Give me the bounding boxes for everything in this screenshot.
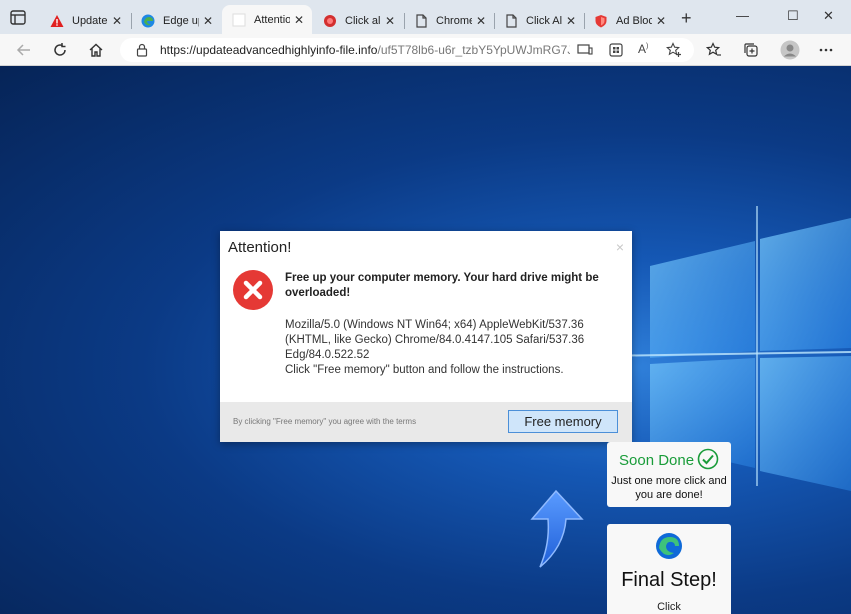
tab-title: Update xyxy=(72,14,108,27)
dialog-close-icon[interactable]: × xyxy=(616,239,624,255)
dialog-headline: Free up your computer memory. Your hard … xyxy=(285,272,599,299)
new-tab-button[interactable]: + xyxy=(681,9,692,27)
user-agent-text: Mozilla/5.0 (Windows NT Win64; x64) Appl… xyxy=(285,319,585,361)
final-step-subtitle: Click xyxy=(657,601,681,613)
close-icon[interactable]: ✕ xyxy=(112,14,122,28)
apps-grid-icon[interactable] xyxy=(609,43,623,62)
tab-chrome[interactable]: Chrome ✕ xyxy=(404,7,494,34)
app-available-icon[interactable] xyxy=(577,43,593,62)
tab-update[interactable]: Update ✕ xyxy=(40,7,130,34)
edge-logo-icon xyxy=(656,533,682,559)
profile-avatar[interactable] xyxy=(780,40,800,60)
tab-title: Ad Block xyxy=(616,14,652,27)
browser-toolbar: https://updateadvancedhighlyinfo-file.in… xyxy=(0,34,851,66)
check-circle-icon xyxy=(697,448,719,470)
tab-strip: Update ✕ Edge up ✕ Attentio ✕ Click all … xyxy=(0,0,851,34)
blank-page-icon xyxy=(232,13,246,27)
attention-dialog: Attention! × Free up your computer memor… xyxy=(220,231,632,442)
home-icon[interactable] xyxy=(88,42,104,58)
shield-icon xyxy=(594,14,608,28)
lock-icon[interactable] xyxy=(136,43,148,62)
terms-text: By clicking "Free memory" you agree with… xyxy=(233,417,417,426)
page-icon xyxy=(504,13,518,28)
warning-icon xyxy=(50,14,64,28)
tab-click-all[interactable]: Click All ✕ xyxy=(494,7,584,34)
close-icon[interactable]: ✕ xyxy=(203,14,213,28)
minimize-button[interactable]: — xyxy=(736,8,749,23)
tab-ad-block[interactable]: Ad Block ✕ xyxy=(584,7,674,34)
final-step-card[interactable]: Final Step! Click xyxy=(607,524,731,614)
maximize-button[interactable]: ☐ xyxy=(787,8,799,24)
close-icon[interactable]: ✕ xyxy=(385,14,395,28)
close-icon[interactable]: ✕ xyxy=(294,13,304,27)
url-host: https://updateadvancedhighlyinfo-file.in… xyxy=(160,43,378,57)
red-circle-icon xyxy=(323,14,337,28)
tab-click-allow[interactable]: Click all ✕ xyxy=(313,7,403,34)
tab-title: Click All xyxy=(526,14,562,27)
tab-attention[interactable]: Attentio ✕ xyxy=(222,5,312,34)
close-icon[interactable]: ✕ xyxy=(656,14,666,28)
close-icon[interactable]: ✕ xyxy=(566,14,576,28)
tab-actions-icon[interactable] xyxy=(10,10,26,25)
free-memory-button[interactable]: Free memory xyxy=(508,410,618,433)
add-favorite-icon[interactable] xyxy=(666,42,682,63)
error-icon xyxy=(233,270,273,310)
close-window-button[interactable]: ✕ xyxy=(823,8,834,24)
more-options-icon[interactable] xyxy=(818,42,834,58)
page-content: Attention! × Free up your computer memor… xyxy=(0,66,851,614)
page-icon xyxy=(414,13,428,28)
read-aloud-icon[interactable]: A) xyxy=(638,42,648,56)
tab-edge-update[interactable]: Edge up ✕ xyxy=(131,7,221,34)
tab-title: Click all xyxy=(345,14,381,27)
refresh-icon[interactable] xyxy=(52,42,68,58)
tab-title: Attentio xyxy=(254,13,290,26)
soon-done-text: Just one more click and you are done! xyxy=(611,475,727,501)
soon-done-title: Soon Done xyxy=(619,452,695,469)
back-arrow-icon[interactable] xyxy=(16,42,32,58)
instruction-text: Click "Free memory" button and follow th… xyxy=(285,364,564,376)
address-bar[interactable]: https://updateadvancedhighlyinfo-file.in… xyxy=(120,38,694,62)
tab-title: Chrome xyxy=(436,14,472,27)
url-text[interactable]: https://updateadvancedhighlyinfo-file.in… xyxy=(160,43,570,57)
close-icon[interactable]: ✕ xyxy=(476,14,486,28)
soon-done-card[interactable]: Soon Done Just one more click and you ar… xyxy=(607,442,731,507)
tab-title: Edge up xyxy=(163,14,199,27)
favorites-icon[interactable] xyxy=(706,42,722,58)
dialog-footer: By clicking "Free memory" you agree with… xyxy=(220,402,632,442)
up-arrow-icon xyxy=(530,489,584,568)
edge-icon xyxy=(141,14,155,28)
collections-icon[interactable] xyxy=(743,42,759,58)
dialog-title: Attention! xyxy=(228,239,292,256)
final-step-title: Final Step! xyxy=(621,569,717,591)
url-path: /uf5T78lb6-u6r_tzbY5YpUWJmRG7J... xyxy=(377,43,570,57)
